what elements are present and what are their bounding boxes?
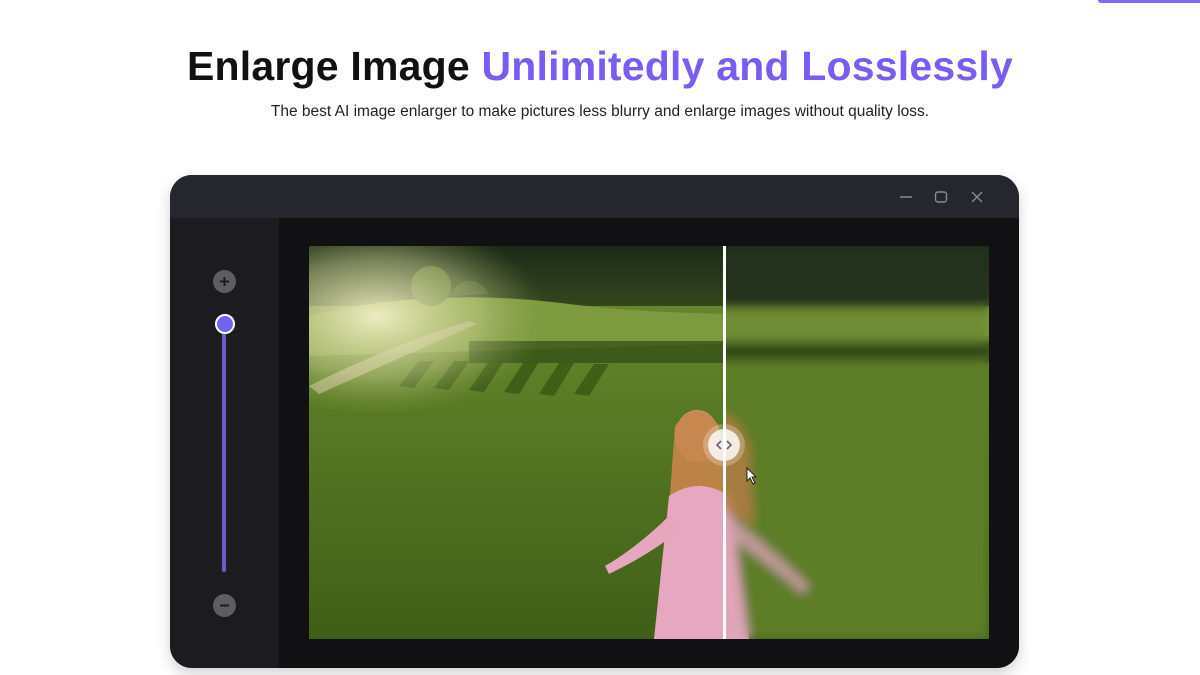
minimize-icon bbox=[900, 196, 912, 198]
plus-icon bbox=[220, 277, 229, 286]
comparison-image[interactable] bbox=[309, 246, 989, 639]
landing-page: Enlarge Image Unlimitedly and Losslessly… bbox=[0, 0, 1200, 675]
minus-icon bbox=[220, 604, 229, 607]
zoom-slider-thumb[interactable] bbox=[215, 314, 235, 334]
page-subtitle: The best AI image enlarger to make pictu… bbox=[270, 103, 930, 120]
field-photo bbox=[309, 246, 989, 639]
zoom-out-button[interactable] bbox=[213, 594, 236, 617]
zoom-slider-track[interactable] bbox=[222, 322, 226, 572]
title-primary: Enlarge Image bbox=[186, 43, 482, 89]
app-window bbox=[170, 175, 1019, 668]
title-highlight: Unlimitedly and Losslessly bbox=[481, 43, 1013, 89]
window-titlebar bbox=[170, 175, 1019, 218]
image-canvas bbox=[279, 218, 1019, 668]
cursor-icon bbox=[746, 467, 758, 485]
compare-slider-handle[interactable] bbox=[708, 429, 740, 461]
zoom-sidebar bbox=[170, 218, 279, 668]
chevron-right-icon bbox=[726, 440, 733, 450]
chevron-left-icon bbox=[715, 440, 722, 450]
maximize-button[interactable] bbox=[931, 187, 951, 207]
close-icon bbox=[971, 191, 983, 203]
maximize-icon bbox=[934, 191, 948, 203]
zoom-in-button[interactable] bbox=[213, 270, 236, 293]
nav-accent-bar bbox=[1098, 0, 1200, 3]
minimize-button[interactable] bbox=[896, 187, 916, 207]
page-title: Enlarge Image Unlimitedly and Losslessly bbox=[0, 42, 1200, 90]
close-button[interactable] bbox=[967, 187, 987, 207]
